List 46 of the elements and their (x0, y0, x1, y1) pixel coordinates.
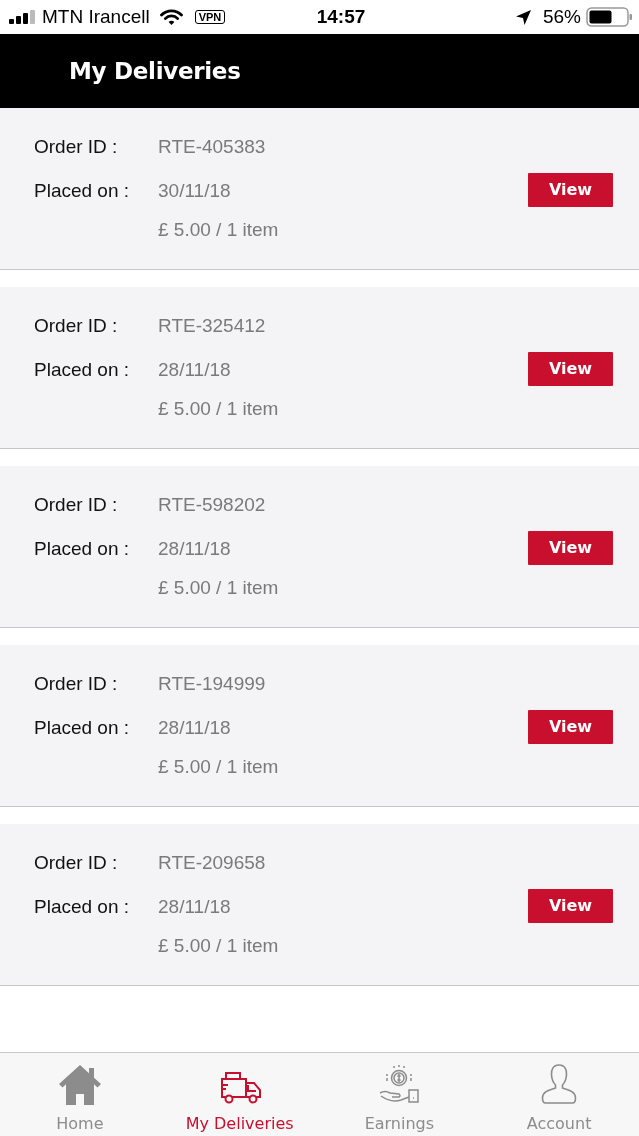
placed-on-date: 28/11/18 (158, 716, 232, 740)
person-icon (540, 1063, 579, 1105)
view-button[interactable]: View (528, 709, 613, 744)
tab-item[interactable]: My Deliveries (159, 1053, 320, 1136)
view-button[interactable]: View (528, 888, 613, 923)
order-id-value: RTE-598202 (158, 493, 267, 517)
order-id-label: Order ID : (34, 314, 119, 338)
order-summary: £ 5.00 / 1 item (158, 218, 280, 242)
vpn-badge: VPN (194, 10, 226, 24)
placed-on-date: 28/11/18 (158, 537, 232, 561)
placed-on-label: Placed on : (34, 358, 131, 382)
view-button[interactable]: View (528, 530, 613, 565)
order-id-label: Order ID : (34, 135, 119, 159)
order-id-value: RTE-209658 (158, 851, 267, 875)
battery-percentage: 56% (542, 6, 581, 28)
order-summary: £ 5.00 / 1 item (158, 934, 280, 958)
placed-on-label: Placed on : (34, 895, 131, 919)
clock-time: 14:57 (315, 6, 366, 28)
order-id-value: RTE-194999 (158, 672, 267, 696)
page-title: My Deliveries (69, 58, 241, 84)
order-id-label: Order ID : (34, 672, 119, 696)
location-arrow-icon (515, 9, 531, 25)
tab-item[interactable]: Account (479, 1053, 639, 1136)
signal-icon (9, 10, 36, 24)
view-button[interactable]: View (528, 351, 613, 386)
tab-item[interactable]: Home (0, 1053, 160, 1136)
placed-on-date: 28/11/18 (158, 895, 232, 919)
placed-on-date: 28/11/18 (158, 358, 232, 382)
placed-on-label: Placed on : (34, 179, 131, 203)
placed-on-label: Placed on : (34, 716, 131, 740)
wifi-icon (159, 8, 183, 26)
placed-on-date: 30/11/18 (158, 179, 232, 203)
order-id-value: RTE-405383 (158, 135, 267, 159)
house-icon (57, 1063, 102, 1105)
order-summary: £ 5.00 / 1 item (158, 755, 280, 779)
view-button[interactable]: View (528, 172, 613, 207)
coin-hand-icon (377, 1063, 422, 1105)
battery-icon (586, 7, 633, 27)
order-id-label: Order ID : (34, 851, 119, 875)
order-id-label: Order ID : (34, 493, 119, 517)
carrier-name: MTN Irancell (42, 6, 150, 28)
order-summary: £ 5.00 / 1 item (158, 576, 280, 600)
order-summary: £ 5.00 / 1 item (158, 397, 280, 421)
tab-item[interactable]: Earnings (319, 1053, 480, 1136)
order-id-value: RTE-325412 (158, 314, 267, 338)
placed-on-label: Placed on : (34, 537, 131, 561)
